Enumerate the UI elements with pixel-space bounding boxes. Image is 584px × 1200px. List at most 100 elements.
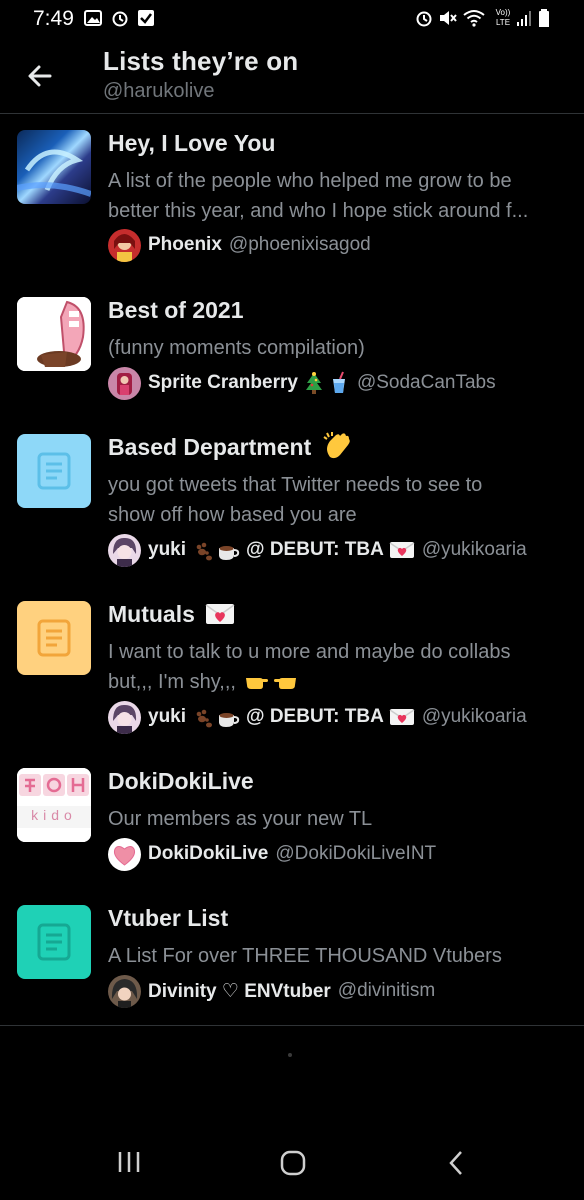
wifi-icon [463, 10, 485, 27]
paw-prints-emoji-icon [196, 709, 213, 728]
list-name-text: Mutuals [108, 601, 195, 627]
description-line: you got tweets that Twitter needs to see… [108, 474, 483, 496]
list-item[interactable]: Based Department you got tweets that Twi… [0, 431, 584, 574]
list-owner: DokiDokiLive @DokiDokiLiveINT [108, 837, 436, 871]
list-item[interactable]: Vtuber List A List For over THREE THOUSA… [0, 905, 584, 1015]
mute-icon [440, 11, 457, 25]
dokidokilive-logo-image [17, 768, 91, 842]
owner-name: yuki [148, 706, 187, 727]
hot-beverage-emoji-icon [219, 546, 240, 560]
list-icon [17, 434, 91, 508]
owner-name: Phoenix [148, 234, 222, 255]
description-line: (funny moments compilation) [108, 337, 365, 359]
list-description: A List For over THREE THOUSAND Vtubers [108, 941, 578, 971]
description-text: but,,, I'm shy,,, [108, 671, 236, 693]
description-line: A List For over THREE THOUSAND Vtubers [108, 945, 502, 967]
gallery-notification-icon [84, 10, 102, 26]
description-line: A list of the people who helped me grow … [108, 170, 512, 192]
page-title: Lists they’re on [103, 46, 299, 76]
christmas-tree-emoji-icon [305, 372, 322, 394]
clapping-hands-emoji-icon [323, 431, 350, 459]
network-label: Vo)) LTE [495, 8, 511, 27]
status-time: 7:49 [33, 7, 74, 30]
avatar [108, 228, 141, 262]
description-line: show off how based you are [108, 504, 357, 526]
list-banner-image [17, 297, 91, 371]
list-document-icon [37, 619, 71, 657]
avatar [108, 533, 141, 567]
owner-handle: @SodaCanTabs [356, 372, 496, 393]
recents-icon[interactable] [117, 1150, 141, 1174]
owner-handle: @phoenixisagod [228, 234, 371, 255]
cartoon-image [17, 297, 91, 371]
love-letter-emoji-icon [389, 542, 415, 558]
description-line: Our members as your new TL [108, 808, 373, 830]
logo-text: kido [31, 807, 77, 823]
list-name: DokiDokiLive [108, 768, 254, 794]
list-name: Based Department [108, 431, 352, 461]
list-description: A list of the people who helped me grow … [108, 166, 578, 226]
love-letter-emoji-icon [205, 603, 235, 624]
owner-name: Divinity ♡ ENVtuber [148, 980, 331, 1002]
pointing-fingers-emoji-icon [245, 677, 296, 689]
signal-icon [517, 11, 531, 26]
list-name: Vtuber List [108, 905, 229, 931]
home-icon[interactable] [280, 1150, 306, 1176]
list-owner: Divinity ♡ ENVtuber @divinitism [108, 974, 435, 1008]
owner-name: yuki [148, 539, 187, 560]
list-icon [17, 601, 91, 675]
alarm-notification-icon [112, 11, 128, 27]
battery-icon [539, 9, 549, 27]
loading-indicator [288, 1053, 292, 1057]
owner-handle: @yukikoaria [421, 539, 527, 560]
list-name-text: Based Department [108, 434, 312, 460]
page-subtitle: @harukolive [103, 80, 215, 102]
divider [0, 1025, 584, 1026]
description-line: I want to talk to u more and maybe do co… [108, 641, 511, 663]
owner-name: DokiDokiLive [148, 843, 269, 864]
avatar [108, 366, 141, 400]
list-description: I want to talk to u more and maybe do co… [108, 637, 578, 697]
list-banner-image [17, 130, 91, 204]
avatar [108, 837, 141, 871]
list-owner: yuki @ DEBUT: TBA @yukikoaria [108, 700, 527, 734]
list-description: Our members as your new TL [108, 804, 578, 834]
checkbox-notification-icon [138, 10, 154, 26]
cup-with-straw-emoji-icon [332, 371, 345, 393]
love-letter-emoji-icon [389, 709, 415, 725]
list-description: (funny moments compilation) [108, 333, 578, 363]
owner-name: Sprite Cranberry [148, 372, 298, 393]
system-navigation-bar [0, 1130, 584, 1200]
list-owner: yuki @ DEBUT: TBA @yukikoaria [108, 533, 527, 567]
list-item[interactable]: Best of 2021 (funny moments compilation)… [0, 297, 584, 412]
list-name: Hey, I Love You [108, 130, 276, 156]
avatar [108, 700, 141, 734]
owner-handle: @yukikoaria [421, 706, 527, 727]
owner-handle: @DokiDokiLiveINT [275, 843, 437, 864]
list-description: you got tweets that Twitter needs to see… [108, 470, 578, 530]
chevron-left-icon[interactable] [447, 1150, 465, 1176]
list-owner: Phoenix @phoenixisagod [108, 228, 371, 262]
list-item[interactable]: kido DokiDokiLive Our members as your ne… [0, 768, 584, 878]
paw-prints-emoji-icon [196, 542, 213, 561]
list-name: Best of 2021 [108, 297, 244, 323]
owner-handle: @divinitism [337, 980, 436, 1001]
hot-beverage-emoji-icon [219, 713, 240, 727]
owner-name-suffix: @ DEBUT: TBA [246, 706, 384, 727]
list-owner: Sprite Cranberry @SodaCanTabs [108, 366, 496, 400]
list-document-icon [37, 452, 71, 490]
description-line: better this year, and who I hope stick a… [108, 200, 529, 222]
owner-name-suffix: @ DEBUT: TBA [246, 539, 384, 560]
status-bar: 7:49 Vo)) LTE [0, 0, 584, 36]
arrow-left-icon[interactable] [24, 60, 56, 92]
list-name: Mutuals [108, 601, 235, 628]
list-item[interactable]: Hey, I Love You A list of the people who… [0, 130, 584, 270]
list-banner-image: kido [17, 768, 91, 842]
list-item[interactable]: Mutuals I want to talk to u more and may… [0, 601, 584, 741]
alarm-icon [416, 11, 432, 27]
list-icon [17, 905, 91, 979]
avatar [108, 974, 141, 1008]
top-app-bar: Lists they’re on @harukolive [0, 38, 584, 114]
list-document-icon [37, 923, 71, 961]
abstract-art-image [17, 149, 91, 197]
